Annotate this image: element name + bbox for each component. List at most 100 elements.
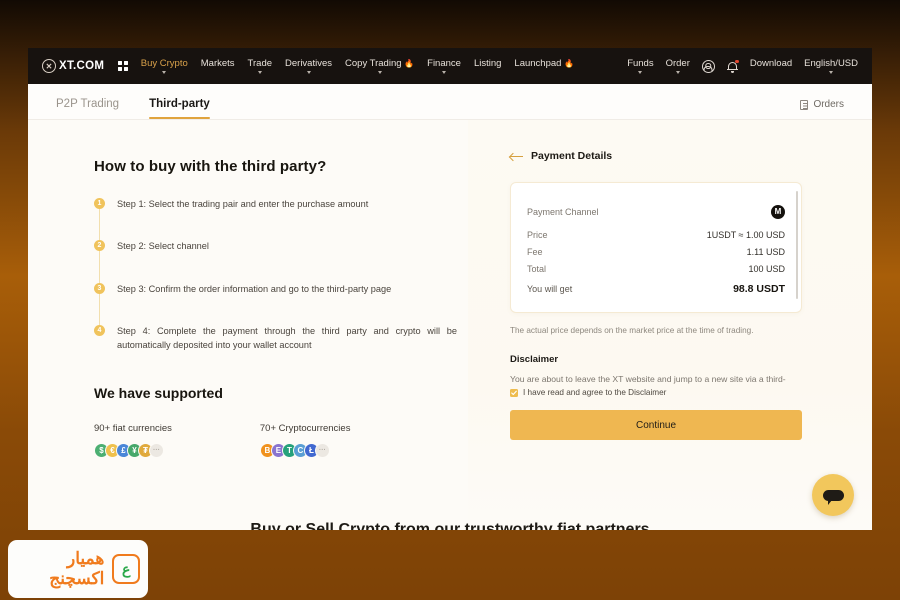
steps-list: 1 Step 1: Select the trading pair and en… xyxy=(94,197,468,352)
nav-item-trade[interactable]: Trade xyxy=(248,58,272,74)
supported-groups: 90+ fiat currencies $ € £ ¥ ₮ ··· 70+ Cr… xyxy=(94,423,468,459)
fiat-support-group: 90+ fiat currencies $ € £ ¥ ₮ ··· xyxy=(94,423,172,459)
step-text: Step 1: Select the trading pair and ente… xyxy=(117,199,369,209)
chevron-down-icon xyxy=(257,71,262,74)
price-value: 1USDT ≈ 1.00 USD xyxy=(706,230,785,240)
watermark-text: همیار اکسچنج xyxy=(49,549,105,588)
step-item: 3 Step 3: Confirm the order information … xyxy=(94,282,468,326)
nav-links: Buy Crypto Markets Trade Derivatives Cop… xyxy=(141,58,574,74)
nav-label: Trade xyxy=(247,58,273,69)
step-number-badge: 4 xyxy=(94,324,105,336)
step-number-badge: 1 xyxy=(94,198,105,209)
section-tab-bar: P2P Trading Third-party Orders xyxy=(28,84,872,120)
grid-apps-icon[interactable] xyxy=(118,61,128,71)
back-arrow-icon[interactable] xyxy=(510,152,523,161)
nav-item-derivatives[interactable]: Derivatives xyxy=(285,58,332,74)
step-item: 4 Step 4: Complete the payment through t… xyxy=(94,324,468,353)
nav-label: Markets xyxy=(200,58,235,69)
page-content: How to buy with the third party? 1 Step … xyxy=(28,120,872,530)
nav-item-buy-crypto[interactable]: Buy Crypto xyxy=(141,58,188,74)
disclaimer-body: You are about to leave the XT website an… xyxy=(510,374,786,385)
continue-button[interactable]: Continue xyxy=(510,410,802,441)
nav-item-copy-trading[interactable]: Copy Trading 🔥 xyxy=(345,58,414,74)
nav-item-download[interactable]: Download xyxy=(750,58,792,74)
notifications-button[interactable] xyxy=(726,59,739,73)
nav-label: Derivatives xyxy=(285,58,333,69)
notification-dot xyxy=(735,59,739,63)
step-number-badge: 2 xyxy=(94,240,105,252)
step-text: Step 3: Confirm the order information an… xyxy=(117,283,392,294)
user-avatar-icon xyxy=(701,59,715,73)
logo-text: XT.COM xyxy=(59,60,105,72)
nav-label: English/USD xyxy=(804,58,858,69)
fiat-coin-more-icon: ··· xyxy=(149,443,164,459)
nav-label: Copy Trading xyxy=(345,58,402,69)
step-connector xyxy=(99,207,101,242)
chat-support-button[interactable] xyxy=(812,474,854,516)
browser-viewport: ✕ XT.COM Buy Crypto Markets Trade Deriva… xyxy=(28,48,872,530)
tab-third-party[interactable]: Third-party xyxy=(149,98,210,119)
price-row: Price 1USDT ≈ 1.00 USD xyxy=(527,227,785,244)
flame-icon: 🔥 xyxy=(404,59,415,68)
nav-label: Listing xyxy=(473,58,502,69)
nav-right-group: Funds Order Download English/USD xyxy=(627,58,858,74)
orders-link[interactable]: Orders xyxy=(800,99,844,119)
top-navigation-bar: ✕ XT.COM Buy Crypto Markets Trade Deriva… xyxy=(28,48,872,84)
step-connector xyxy=(99,291,101,326)
nav-item-funds[interactable]: Funds xyxy=(627,58,654,74)
step-item: 2 Step 2: Select channel xyxy=(94,239,468,284)
page-title: How to buy with the third party? xyxy=(94,158,327,175)
supported-title: We have supported xyxy=(94,385,223,402)
total-value: 100 USD xyxy=(748,264,785,274)
agree-checkbox[interactable] xyxy=(510,388,518,397)
fiat-label: 90+ fiat currencies xyxy=(94,423,172,435)
crypto-support-group: 70+ Cryptocurrencies B E T C Ł ··· xyxy=(259,423,351,459)
xt-logo[interactable]: ✕ XT.COM xyxy=(42,59,104,73)
nav-label: Order xyxy=(665,58,690,69)
step-number-badge: 3 xyxy=(94,282,105,294)
user-account-button[interactable] xyxy=(701,59,715,73)
nav-item-launchpad[interactable]: Launchpad 🔥 xyxy=(514,58,574,74)
step-text: Step 2: Select channel xyxy=(117,241,209,252)
bottom-section-heading: Buy or Sell Crypto from our trustworthy … xyxy=(28,500,872,530)
card-scrollbar[interactable] xyxy=(795,191,798,299)
nav-item-listing[interactable]: Listing xyxy=(474,58,501,74)
crypto-coin-row: B E T C Ł ··· xyxy=(259,443,351,459)
nav-label: Finance xyxy=(427,58,461,69)
crypto-label: 70+ Cryptocurrencies xyxy=(259,423,351,435)
orders-label: Orders xyxy=(813,99,844,110)
nav-label: Buy Crypto xyxy=(140,58,188,69)
how-to-buy-section: How to buy with the third party? 1 Step … xyxy=(28,120,468,530)
payment-channel-row[interactable]: Payment Channel M xyxy=(527,201,785,227)
watermark-logo-icon: ع xyxy=(112,554,140,584)
watermark-badge: همیار اکسچنج ع xyxy=(8,540,148,598)
bell-icon xyxy=(726,59,739,73)
nav-item-locale[interactable]: English/USD xyxy=(804,58,858,74)
agree-disclaimer-row[interactable]: I have read and agree to the Disclaimer xyxy=(510,388,802,397)
total-row: Total 100 USD xyxy=(527,261,785,278)
nav-item-order[interactable]: Order xyxy=(666,58,690,74)
nav-item-finance[interactable]: Finance xyxy=(427,58,461,74)
chat-bubble-icon xyxy=(822,489,844,505)
price-note: The actual price depends on the market p… xyxy=(510,326,754,335)
payment-panel-title: Payment Details xyxy=(531,150,613,162)
flame-icon: 🔥 xyxy=(564,59,575,68)
payment-panel-header: Payment Details xyxy=(510,150,802,162)
chevron-down-icon xyxy=(306,71,311,74)
nav-item-markets[interactable]: Markets xyxy=(201,58,235,74)
nav-label: Download xyxy=(749,58,793,69)
payment-channel-label: Payment Channel xyxy=(527,206,599,217)
you-will-get-value: 98.8 USDT xyxy=(733,282,785,295)
fiat-coin-row: $ € £ ¥ ₮ ··· xyxy=(94,443,172,459)
chevron-down-icon xyxy=(442,71,447,74)
tab-p2p-trading[interactable]: P2P Trading xyxy=(56,98,119,119)
crypto-coin-more-icon: ··· xyxy=(314,443,330,459)
chevron-down-icon xyxy=(162,71,167,74)
fee-value: 1.11 USD xyxy=(746,247,785,257)
chevron-down-icon xyxy=(638,71,643,74)
nav-label: Funds xyxy=(627,58,654,69)
disclaimer-title: Disclaimer xyxy=(510,354,559,366)
checkmark-icon xyxy=(511,390,517,395)
you-will-get-label: You will get xyxy=(527,283,573,294)
payment-summary-card: Payment Channel M Price 1USDT ≈ 1.00 USD… xyxy=(510,182,802,313)
